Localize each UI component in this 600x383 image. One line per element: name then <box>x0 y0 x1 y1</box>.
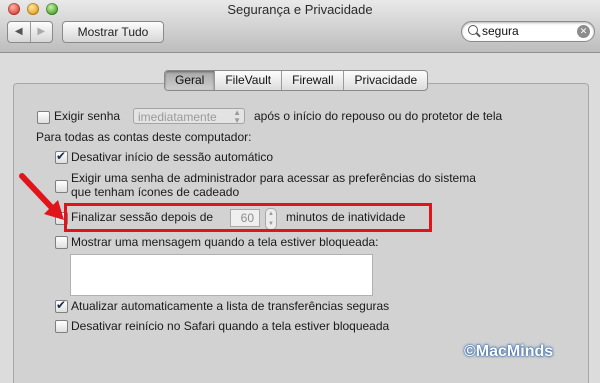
annotation-arrow-icon <box>19 173 64 220</box>
auto-update-checkbox[interactable] <box>55 298 68 313</box>
admin-password-label-line2: que tenham ícones de cadeado <box>71 185 240 199</box>
auto-update-label: Atualizar automaticamente a lista de tra… <box>71 299 390 313</box>
window-titlebar: Segurança e Privacidade ◀ ▶ Mostrar Tudo… <box>0 0 600 53</box>
require-password-label: Exigir senha <box>54 109 121 123</box>
clear-search-icon[interactable]: ✕ <box>577 25 590 38</box>
annotation-highlight-box <box>64 203 432 232</box>
general-settings-panel <box>13 83 589 383</box>
require-password-suffix: após o início do repouso ou do protetor … <box>254 109 503 123</box>
show-message-label: Mostrar uma mensagem quando a tela estiv… <box>71 235 379 249</box>
back-forward-control: ◀ ▶ <box>7 21 53 43</box>
tab-filevault[interactable]: FileVault <box>214 71 281 90</box>
search-field[interactable]: segura ✕ <box>461 21 595 42</box>
back-arrow-icon[interactable]: ◀ <box>8 22 30 42</box>
popup-chevron-icon: ▲ ▼ <box>233 108 241 125</box>
show-all-button[interactable]: Mostrar Tudo <box>62 21 164 43</box>
watermark-text: ©MacMinds <box>464 343 554 360</box>
show-message-checkbox[interactable] <box>55 236 68 249</box>
disable-autologin-label: Desativar início de sessão automático <box>71 150 274 164</box>
require-password-delay-popup[interactable]: imediatamente ▲ ▼ <box>133 108 245 125</box>
tab-privacy[interactable]: Privacidade <box>343 71 427 90</box>
lock-message-textarea[interactable] <box>70 254 373 296</box>
disable-safari-restart-label: Desativar reinício no Safari quando a te… <box>71 319 390 333</box>
tab-bar: Geral FileVault Firewall Privacidade <box>164 70 429 91</box>
search-icon <box>468 25 478 35</box>
disable-safari-restart-checkbox[interactable] <box>55 320 68 333</box>
search-input-value[interactable]: segura <box>482 24 519 38</box>
tab-general[interactable]: Geral <box>165 71 215 90</box>
tab-firewall[interactable]: Firewall <box>281 71 343 90</box>
all-accounts-heading: Para todas as contas deste computador: <box>36 130 252 144</box>
delay-popup-value: imediatamente <box>138 110 217 124</box>
forward-arrow-icon[interactable]: ▶ <box>29 22 53 42</box>
require-password-checkbox[interactable] <box>37 111 50 124</box>
disable-autologin-checkbox[interactable] <box>55 149 68 164</box>
admin-password-label-line1: Exigir uma senha de administrador para a… <box>71 171 476 185</box>
window-title: Segurança e Privacidade <box>227 2 373 17</box>
